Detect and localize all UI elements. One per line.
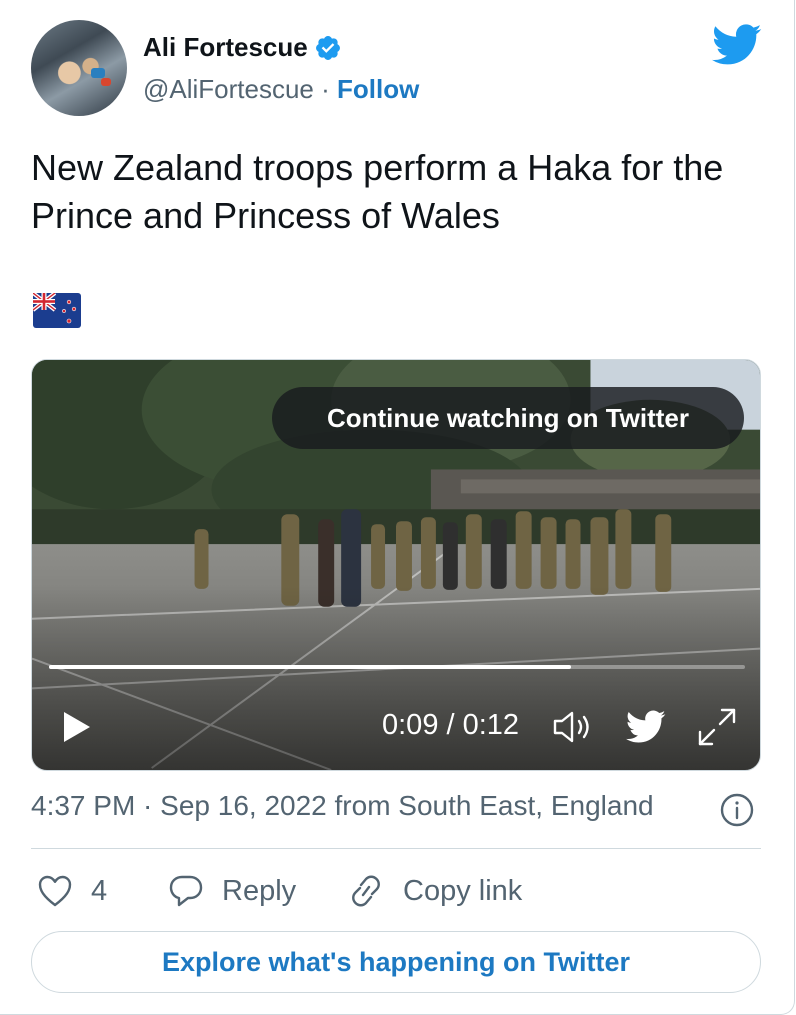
tweet-actions: 4 Reply Copy link (31, 866, 761, 916)
tweet-text: New Zealand troops perform a Haka for th… (31, 147, 724, 236)
tweet-timestamp[interactable]: 4:37 PM · Sep 16, 2022 from South East, … (31, 790, 654, 822)
video-player[interactable]: Continue watching on Twitter 0:09 / 0:12 (31, 359, 761, 771)
twitter-bird-icon[interactable] (712, 24, 762, 66)
author-name-row[interactable]: Ali Fortescue (143, 32, 342, 63)
reply-button[interactable]: Reply (168, 866, 296, 916)
avatar-detail (91, 68, 105, 78)
video-time: 0:09 / 0:12 (382, 709, 520, 741)
separator-dot: · (321, 74, 330, 104)
reply-icon (169, 875, 203, 907)
like-count: 4 (91, 874, 108, 907)
new-zealand-flag-icon (33, 293, 81, 328)
copy-link-button[interactable]: Copy link (347, 866, 522, 916)
explore-twitter-button[interactable]: Explore what's happening on Twitter (31, 931, 761, 993)
continue-watching-button[interactable]: Continue watching on Twitter (272, 387, 744, 449)
link-icon (352, 875, 380, 907)
tweet-card: Ali Fortescue @AliFortescue · Follow New… (0, 0, 795, 1015)
copy-link-label: Copy link (403, 874, 523, 907)
twitter-bird-icon[interactable] (626, 710, 666, 744)
like-button[interactable]: 4 (37, 866, 107, 916)
play-icon[interactable] (62, 710, 92, 744)
fullscreen-icon[interactable] (696, 706, 738, 748)
video-progress-fill (49, 665, 571, 669)
follow-button[interactable]: Follow (337, 74, 419, 104)
heart-icon (38, 875, 72, 907)
divider (31, 848, 761, 849)
volume-icon[interactable] (552, 709, 594, 745)
author-handle[interactable]: @AliFortescue (143, 74, 314, 104)
author-name[interactable]: Ali Fortescue (143, 32, 308, 63)
author-handle-row: @AliFortescue · Follow (143, 74, 419, 105)
info-icon[interactable] (719, 792, 755, 828)
video-progress-bar[interactable] (49, 665, 745, 669)
verified-badge-icon (315, 35, 340, 60)
reply-label: Reply (222, 874, 297, 907)
author-avatar[interactable] (31, 20, 127, 116)
avatar-detail (101, 78, 111, 86)
